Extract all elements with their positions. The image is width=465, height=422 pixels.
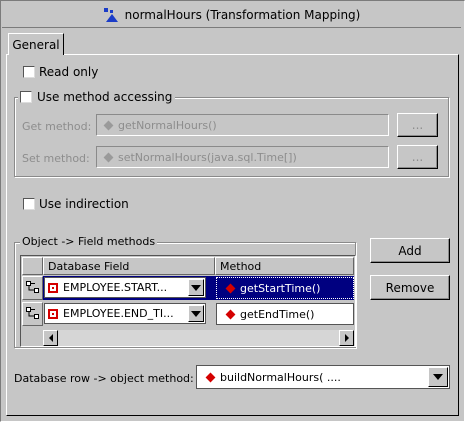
read-only-label: Read only <box>39 65 99 79</box>
use-indirection-checkbox[interactable] <box>23 198 35 210</box>
scroll-right-button[interactable] <box>339 330 354 346</box>
database-field-combo[interactable]: EMPLOYEE.START... <box>44 277 206 298</box>
table-horizontal-scrollbar[interactable] <box>43 330 355 346</box>
column-header-method[interactable]: Method <box>215 257 354 275</box>
row-header <box>22 302 43 326</box>
tab-general-label: General <box>12 37 60 52</box>
field-methods-table: Database Field Method EMPLOYEE.START... … <box>20 255 356 347</box>
set-method-browse-button[interactable]: ... <box>397 145 438 169</box>
field-mapping-icon <box>25 307 39 319</box>
field-mapping-icon <box>25 281 39 293</box>
database-field-value: EMPLOYEE.START... <box>63 281 168 294</box>
table-row[interactable]: EMPLOYEE.END_TI... getEndTime() <box>22 302 354 326</box>
add-button[interactable]: Add <box>370 238 450 263</box>
chevron-left-icon <box>48 334 53 342</box>
db-row-method-value: buildNormalHours( .... <box>220 370 341 384</box>
db-field-icon <box>48 308 58 319</box>
table-row[interactable]: EMPLOYEE.START... getStartTime() <box>22 276 354 300</box>
use-indirection-label: Use indirection <box>39 197 129 211</box>
set-method-label: Set method: <box>22 152 90 165</box>
method-icon <box>103 120 114 130</box>
db-row-method-label: Database row -> object method: <box>14 372 194 385</box>
tab-general[interactable]: General <box>8 33 64 55</box>
get-method-browse-button[interactable]: ... <box>397 113 438 137</box>
method-icon <box>225 309 236 319</box>
method-cell[interactable]: getEndTime() <box>216 303 354 325</box>
read-only-checkbox[interactable] <box>23 66 35 78</box>
method-icon <box>205 372 216 382</box>
column-header-database-field-label: Database Field <box>48 259 130 273</box>
remove-button[interactable]: Remove <box>370 275 450 300</box>
table-corner <box>22 257 43 275</box>
title-bar: normalHours (Transformation Mapping) <box>2 2 461 28</box>
chevron-right-icon <box>344 334 349 342</box>
database-field-value: EMPLOYEE.END_TI... <box>63 307 174 320</box>
db-field-icon <box>48 282 58 293</box>
method-accessing-legend: Use method accessing <box>18 89 176 105</box>
row-header <box>22 276 43 300</box>
scroll-left-button[interactable] <box>43 330 58 346</box>
db-row-method-combo[interactable]: buildNormalHours( .... <box>196 365 450 389</box>
use-method-accessing-checkbox[interactable] <box>20 91 32 103</box>
chevron-down-icon[interactable] <box>428 367 448 387</box>
method-value: getEndTime() <box>240 307 315 321</box>
set-method-browse-label: ... <box>411 150 424 164</box>
column-header-database-field[interactable]: Database Field <box>43 257 215 275</box>
get-method-field: getNormalHours() <box>96 114 389 136</box>
get-method-value: getNormalHours() <box>118 118 217 132</box>
transformation-mapping-icon <box>103 7 118 22</box>
method-icon <box>225 283 236 293</box>
set-method-field: setNormalHours(java.sql.Time[]) <box>96 146 389 168</box>
database-field-combo[interactable]: EMPLOYEE.END_TI... <box>44 303 206 324</box>
window-title: normalHours (Transformation Mapping) <box>124 7 361 22</box>
get-method-browse-label: ... <box>411 118 424 132</box>
method-icon <box>103 152 114 162</box>
method-cell[interactable]: getStartTime() <box>216 277 354 299</box>
remove-button-label: Remove <box>385 280 435 295</box>
column-header-method-label: Method <box>220 259 262 273</box>
set-method-value: setNormalHours(java.sql.Time[]) <box>118 150 297 164</box>
get-method-label: Get method: <box>22 120 92 133</box>
add-button-label: Add <box>398 243 422 258</box>
chevron-down-icon[interactable] <box>188 279 204 296</box>
field-methods-group-label: Object -> Field methods <box>20 235 158 248</box>
chevron-down-icon[interactable] <box>188 305 204 322</box>
use-method-accessing-label: Use method accessing <box>37 90 173 104</box>
method-value: getStartTime() <box>240 281 321 295</box>
